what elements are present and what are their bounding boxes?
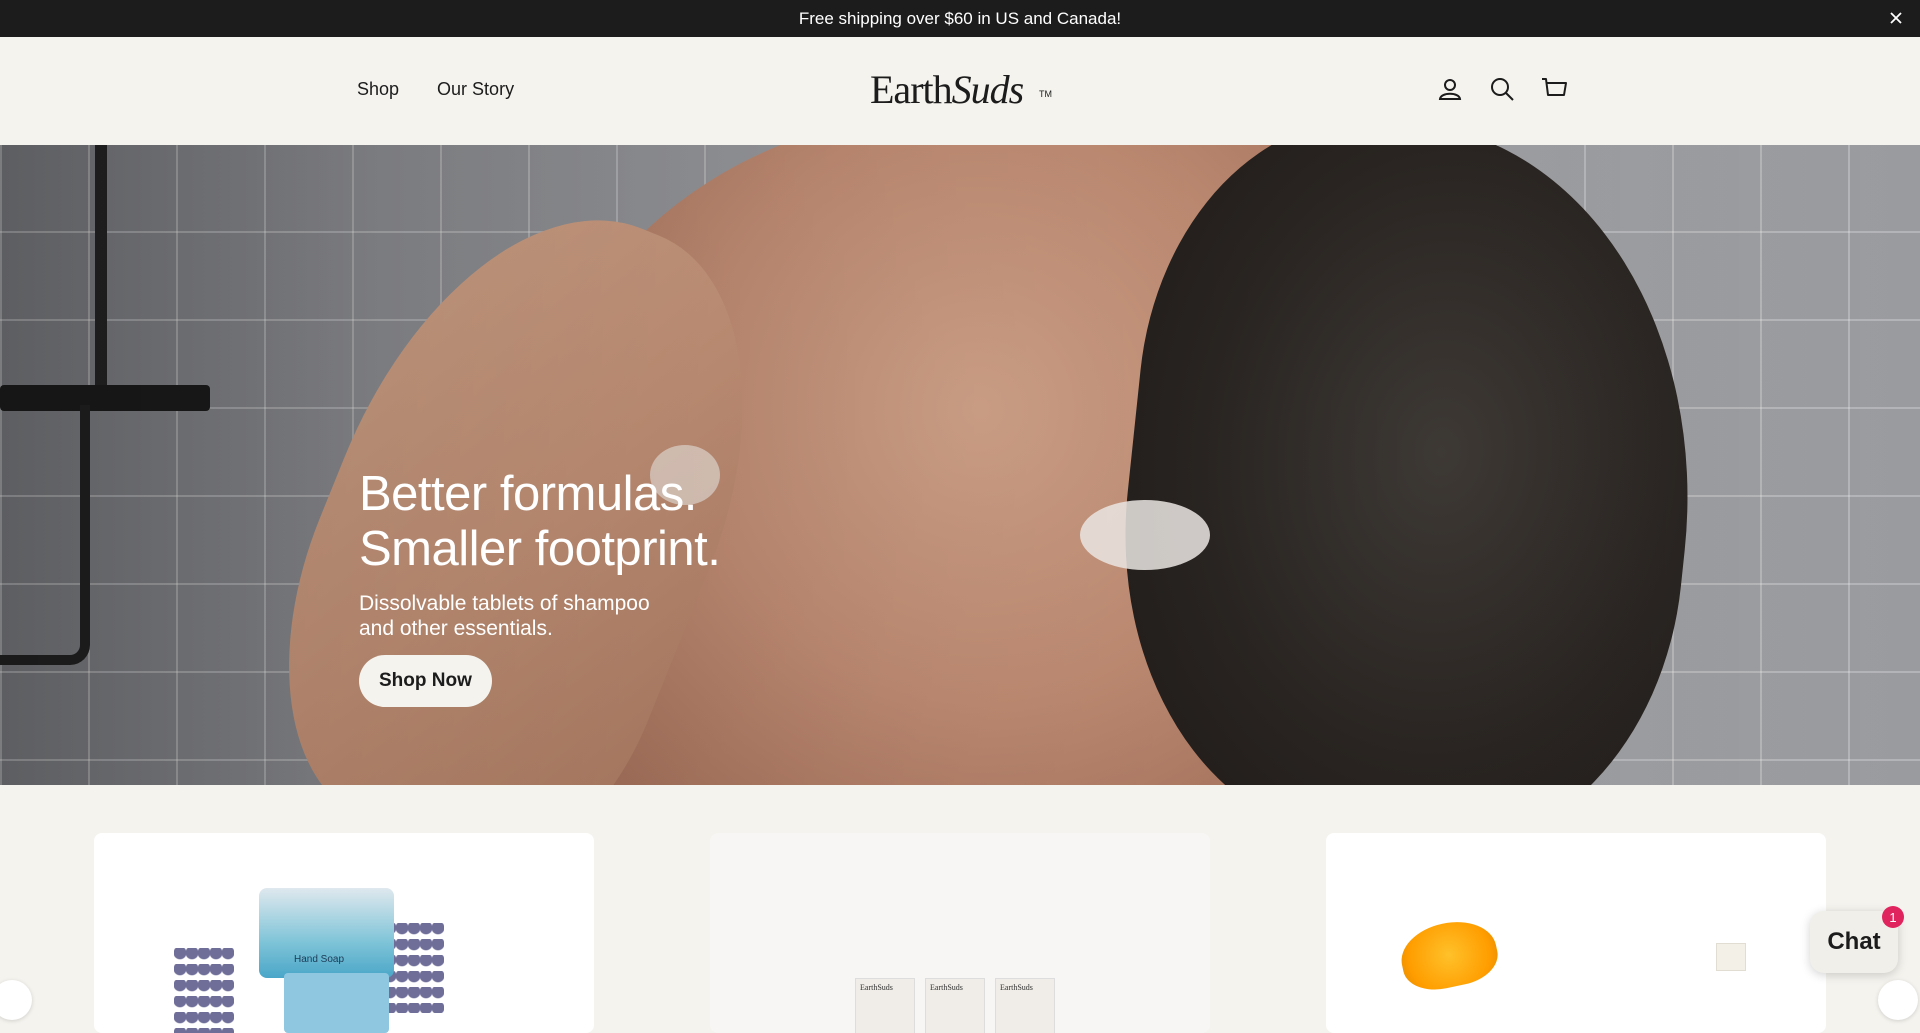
product-card[interactable]: EarthSuds EarthSuds EarthSuds [710,833,1210,1033]
site-logo[interactable]: EarthSuds TM [870,67,1052,113]
hero-title: Better formulas. Smaller footprint. [359,467,721,577]
product-box-label: EarthSuds [995,978,1055,1033]
shop-now-button[interactable]: Shop Now [359,655,492,707]
chat-label: Chat [1827,928,1881,955]
hero-subtitle: Dissolvable tablets of shampoo and other… [359,591,689,641]
nav-shop[interactable]: Shop [357,79,399,100]
account-icon[interactable] [1436,75,1464,103]
announcement-bar: Free shipping over $60 in US and Canada! [0,0,1920,37]
tablet-cube-image [1716,943,1746,971]
hero-content: Better formulas. Smaller footprint. Diss… [359,467,721,707]
hero-banner: Better formulas. Smaller footprint. Diss… [0,145,1920,785]
lavender-image [174,948,234,1033]
hero-title-line1: Better formulas. [359,467,697,521]
main-nav: Shop Our Story [357,79,514,100]
hero-subtitle-line2: and other essentials. [359,617,553,640]
chat-notification-badge: 1 [1882,906,1904,928]
tin-label: Hand Soap [294,954,345,965]
hero-overlay [0,145,1920,785]
product-card[interactable] [1326,833,1826,1033]
hero-title-line2: Smaller footprint. [359,522,721,576]
logo-suds: Suds [951,67,1025,112]
search-icon[interactable] [1488,75,1516,103]
cart-icon[interactable] [1540,75,1568,103]
logo-earth: Earth [870,67,953,112]
close-icon[interactable] [1886,8,1906,28]
orange-slice-image [1395,913,1503,997]
announcement-text: Free shipping over $60 in US and Canada! [798,8,1122,28]
logo-tm: TM [1039,89,1052,99]
product-carousel: Hand Soap EarthSuds EarthSuds EarthSuds [0,785,1920,1033]
header-actions [1436,75,1568,103]
hero-subtitle-line1: Dissolvable tablets of shampoo [359,592,650,615]
product-box-label: EarthSuds [925,978,985,1033]
hand-soap-box-image [284,973,389,1033]
carousel-prev-button[interactable] [0,980,32,1020]
nav-our-story[interactable]: Our Story [437,79,514,100]
product-box-label: EarthSuds [855,978,915,1033]
product-boxes-image: EarthSuds EarthSuds EarthSuds [855,978,1055,1033]
site-header: Shop Our Story EarthSuds TM [0,37,1920,145]
product-card[interactable]: Hand Soap [94,833,594,1033]
carousel-next-button[interactable] [1878,980,1918,1020]
